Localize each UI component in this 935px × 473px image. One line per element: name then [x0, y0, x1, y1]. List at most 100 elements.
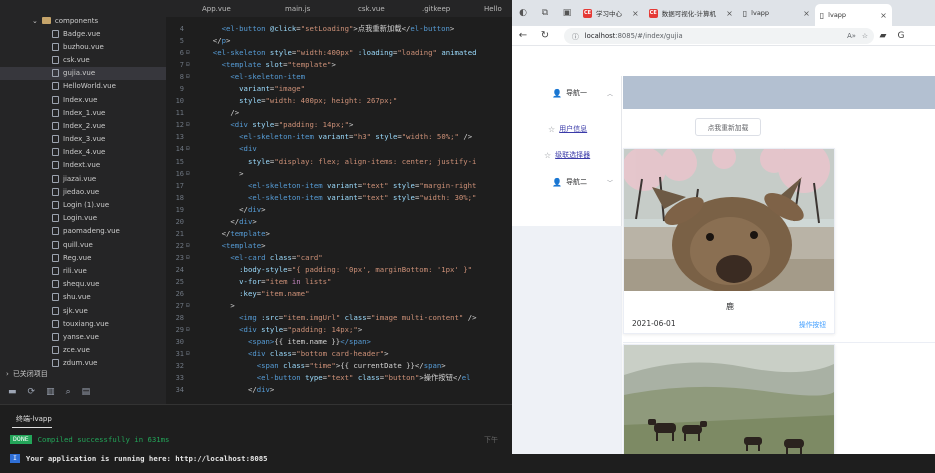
fold-icon[interactable]: ⊟ [186, 47, 190, 59]
file-label: Index_1.vue [63, 108, 106, 117]
tab-app-vue[interactable]: App.vue [166, 0, 242, 17]
image-card [623, 344, 835, 454]
close-icon[interactable]: × [726, 9, 733, 18]
menu-item-nav-one[interactable]: 👤 导航一 ︿ [552, 88, 613, 98]
code-text: style="width: 400px; height: 267px;" [239, 96, 398, 106]
line-number: 20 [175, 217, 184, 226]
running-line: I Your application is running here: http… [10, 454, 268, 463]
code-text: <el-skeleton style="width:400px" :loadin… [212, 48, 477, 58]
browser-tab-visualization[interactable]: CE 数据可视化-计算机 × [644, 2, 738, 24]
tab-csk-vue[interactable]: csk.vue [322, 0, 385, 17]
code-text: <span>{{ item.name }}</span> [247, 337, 371, 347]
browser-tab-study[interactable]: CE 学习中心 × [578, 2, 644, 24]
info-badge: I [10, 454, 20, 463]
menu-item-cascader[interactable]: ☆ 级联选择器 [544, 150, 590, 160]
collections-icon[interactable]: ⧉ [534, 8, 556, 18]
file-item[interactable]: csk.vue [0, 53, 166, 66]
code-text: <template slot="template"> [221, 60, 336, 70]
close-icon[interactable]: × [632, 9, 639, 18]
folder-components[interactable]: ⌄ components [0, 14, 166, 27]
line-number: 19 [175, 205, 184, 214]
file-item[interactable]: Index.vue [0, 93, 166, 106]
code-text: <span class="time">{{ currentDate }}</sp… [256, 361, 446, 371]
card-action-button[interactable]: 操作按钮 [799, 319, 826, 329]
browser-tab-lvapp-1[interactable]: ▯ lvapp × [738, 2, 815, 24]
file-item[interactable]: Indext.vue [0, 159, 166, 172]
refresh-icon[interactable]: ⟳ [28, 387, 36, 397]
file-item[interactable]: Reg.vue [0, 251, 166, 264]
page-icon: ▯ [819, 10, 825, 20]
file-item[interactable]: Index_1.vue [0, 106, 166, 119]
collapse-icon[interactable]: ▤ [82, 387, 91, 397]
tab-main-js[interactable]: main.js [242, 0, 322, 17]
file-item[interactable]: Index_4.vue [0, 146, 166, 159]
fold-icon[interactable]: ⊟ [186, 59, 190, 71]
menu-item-user-info[interactable]: ☆ 用户信息 [548, 124, 587, 134]
page-icon: ▯ [742, 8, 748, 18]
code-text: <div style="padding: 14px;"> [239, 325, 363, 335]
fold-icon[interactable]: ⊟ [186, 348, 190, 360]
tab-gitkeep[interactable]: .gitkeep [382, 0, 450, 17]
reload-icon[interactable]: ↻ [534, 30, 556, 41]
info-icon[interactable]: ⓘ [572, 31, 579, 41]
search-icon[interactable]: ⌕ [66, 387, 71, 397]
file-item[interactable]: paomadeng.vue [0, 225, 166, 238]
file-item[interactable]: shu.vue [0, 291, 166, 304]
file-item[interactable]: Index_3.vue [0, 133, 166, 146]
refresh-circle-icon[interactable]: G [892, 31, 910, 41]
file-item[interactable]: quill.vue [0, 238, 166, 251]
menu-item-nav-two[interactable]: 👤 导航二 ﹀ [552, 177, 613, 187]
file-item[interactable]: touxiang.vue [0, 317, 166, 330]
browser-tab-lvapp-active[interactable]: ▯ lvapp × [814, 4, 892, 26]
app-page: 👤 导航一 ︿ ☆ 用户信息 ☆ 级联选择器 👤 导航二 ﹀ 点我重新加载 鹿 … [512, 46, 935, 454]
file-item[interactable]: shequ.vue [0, 278, 166, 291]
file-item[interactable]: rili.vue [0, 264, 166, 277]
fold-icon[interactable]: ⊟ [186, 143, 190, 155]
file-item[interactable]: jiedao.vue [0, 185, 166, 198]
code-text: :body-style="{ padding: '0px', marginBot… [239, 264, 473, 274]
fold-icon[interactable]: ⊟ [186, 252, 190, 264]
delete-icon[interactable]: ▥ [46, 387, 55, 397]
fold-icon[interactable]: ⊟ [186, 240, 190, 252]
fold-icon[interactable]: ⊟ [186, 71, 190, 83]
close-icon[interactable]: × [803, 9, 810, 18]
code-lines: 4 <el-button @click="setLoading">点我重新加载<… [166, 17, 512, 396]
terminal-title[interactable]: 终端-lvapp [16, 414, 52, 424]
file-item[interactable]: Login (1).vue [0, 198, 166, 211]
read-aloud-icon[interactable]: A» [847, 32, 856, 40]
file-item[interactable]: Login.vue [0, 212, 166, 225]
terminal-panel[interactable]: 终端-lvapp 下午 DONE Compiled successfully i… [0, 404, 512, 473]
closed-projects[interactable]: › 已关闭项目 [0, 368, 166, 380]
fold-icon[interactable]: ⊟ [186, 119, 190, 131]
address-bar[interactable]: ⓘ localhost:8085/#/index/gujia A» ☆ [564, 27, 874, 44]
reload-button[interactable]: 点我重新加载 [695, 118, 761, 136]
code-editor[interactable]: 4 <el-button @click="setLoading">点我重新加载<… [166, 17, 512, 404]
file-label: quill.vue [63, 240, 93, 249]
favorite-star-icon[interactable]: ☆ [862, 32, 868, 40]
profile-icon[interactable]: ◐ [512, 8, 534, 18]
file-item[interactable]: yanse.vue [0, 330, 166, 343]
folder-icon[interactable]: ▬ [8, 387, 17, 397]
tab-actions-icon[interactable]: ▣ [556, 8, 578, 18]
file-item[interactable]: buzhou.vue [0, 40, 166, 53]
back-icon[interactable]: ← [512, 30, 534, 41]
file-icon [52, 227, 59, 236]
code-line: 23 ⊟ <el-card class="card" [166, 252, 512, 264]
file-item[interactable]: Badge.vue [0, 27, 166, 40]
file-label: shequ.vue [63, 280, 100, 289]
file-item[interactable]: gujia.vue [0, 66, 166, 80]
fold-icon[interactable]: ⊟ [186, 324, 190, 336]
code-line: 8 ⊟ <el-skeleton-item [166, 71, 512, 83]
wallet-icon[interactable]: ▰ [874, 31, 892, 41]
file-item[interactable]: zce.vue [0, 344, 166, 357]
close-icon[interactable]: × [880, 11, 887, 20]
file-label: sjk.vue [63, 306, 88, 315]
file-item[interactable]: HelloWorld.vue [0, 80, 166, 93]
line-number: 29 [175, 326, 184, 335]
file-item[interactable]: sjk.vue [0, 304, 166, 317]
file-item[interactable]: jiazai.vue [0, 172, 166, 185]
tab-hello[interactable]: Hello [444, 0, 512, 17]
fold-icon[interactable]: ⊟ [186, 300, 190, 312]
file-item[interactable]: Index_2.vue [0, 119, 166, 132]
fold-icon[interactable]: ⊟ [186, 168, 190, 180]
